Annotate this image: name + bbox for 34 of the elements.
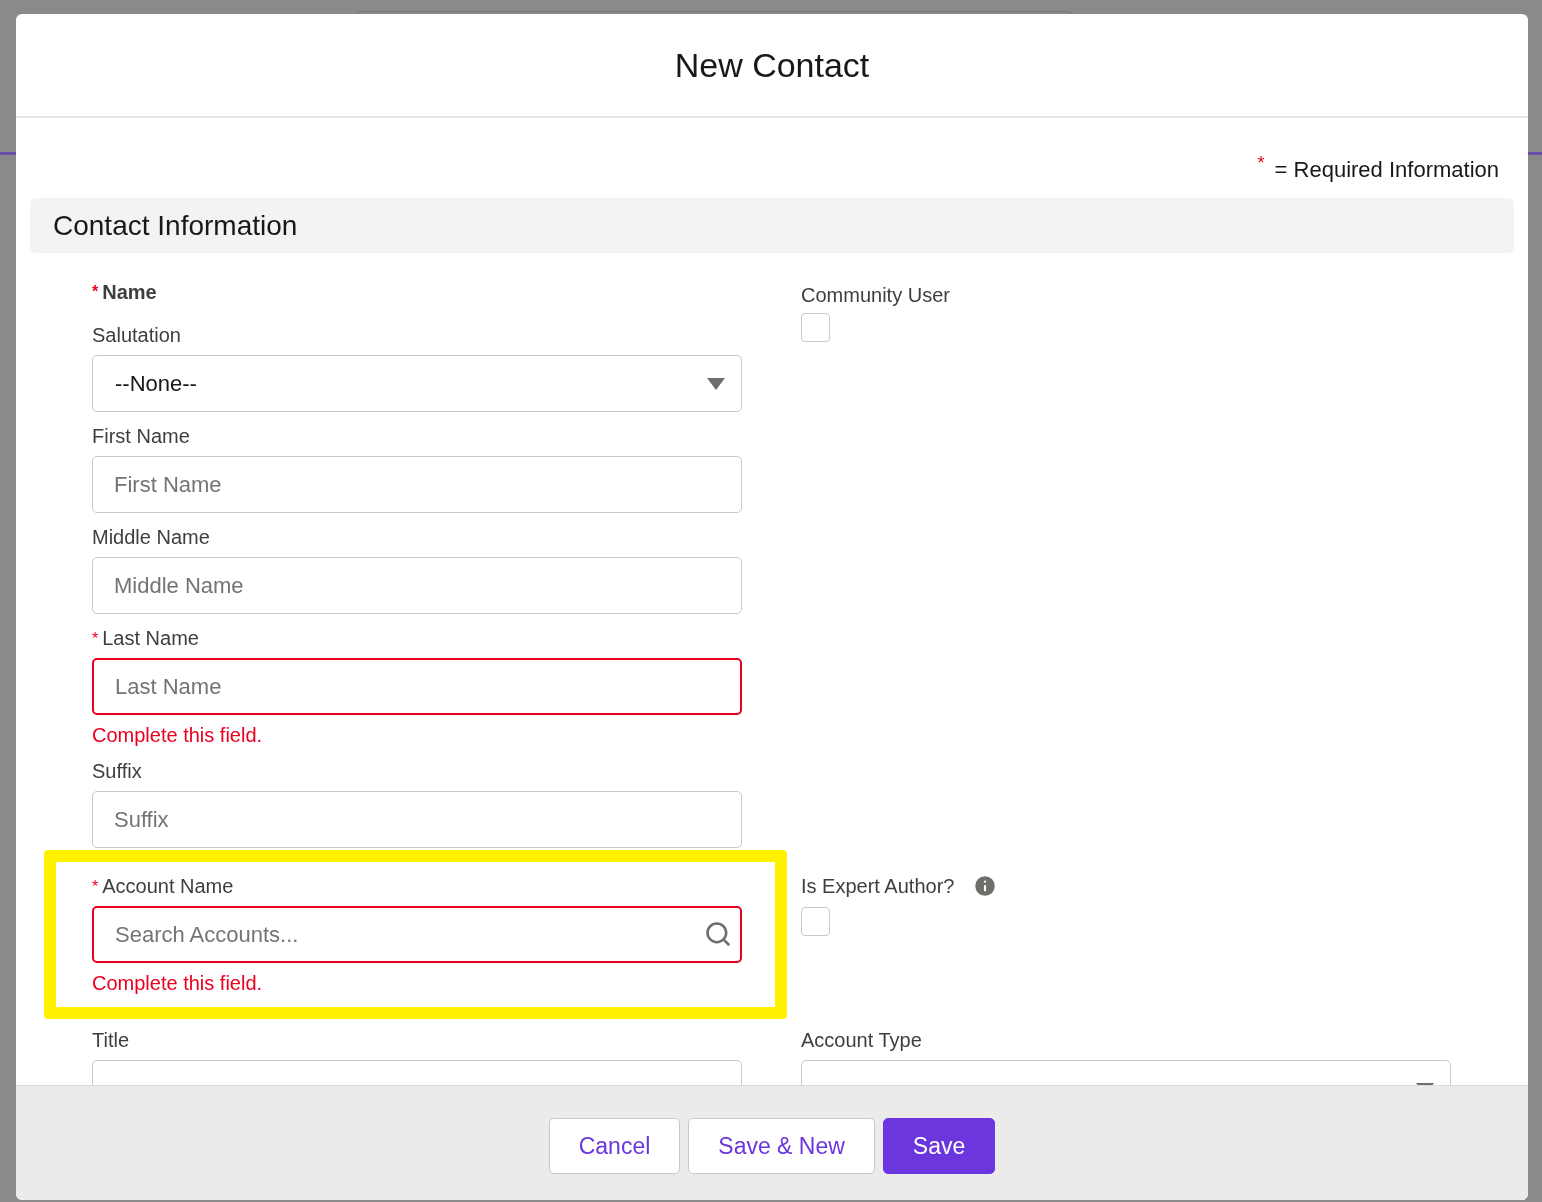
modal-title: New Contact bbox=[674, 44, 870, 86]
field-label: First Name bbox=[92, 424, 190, 449]
field-label: Title bbox=[92, 1028, 130, 1053]
search-field[interactable]: Search Accounts... bbox=[92, 906, 742, 963]
save-button[interactable]: Save bbox=[882, 1118, 996, 1174]
field-label: Middle Name bbox=[92, 525, 210, 550]
required-asterisk: * bbox=[1257, 153, 1265, 173]
select-field[interactable]: --None-- bbox=[92, 355, 742, 412]
required-asterisk: * bbox=[92, 282, 99, 302]
field-label: Account Name bbox=[102, 874, 234, 899]
checkbox[interactable] bbox=[801, 313, 830, 342]
checkbox[interactable] bbox=[801, 907, 830, 936]
required-asterisk: * bbox=[92, 877, 99, 897]
section-title: Contact Information bbox=[53, 208, 298, 243]
required-legend: = Required Information bbox=[1274, 153, 1499, 186]
field-label: Last Name bbox=[102, 626, 199, 651]
search-icon bbox=[704, 920, 732, 948]
input-field[interactable]: Suffix bbox=[92, 791, 742, 848]
error-message: Complete this field. bbox=[92, 723, 264, 747]
footer-button[interactable]: Cancel bbox=[548, 1118, 681, 1174]
field-label: Is Expert Author? bbox=[801, 874, 955, 899]
required-asterisk: * bbox=[92, 629, 99, 649]
input-field[interactable]: Last Name bbox=[92, 658, 742, 715]
dropdown-caret-icon bbox=[707, 377, 725, 390]
select-value: --None-- bbox=[115, 370, 197, 398]
input-field[interactable]: Middle Name bbox=[92, 557, 742, 614]
field-label: Community User bbox=[801, 283, 951, 304]
group-label: Name bbox=[102, 280, 157, 305]
input-field[interactable]: First Name bbox=[92, 456, 742, 513]
field-label: Account Type bbox=[801, 1028, 922, 1053]
field-label: Salutation bbox=[92, 323, 181, 348]
error-message: Complete this field. bbox=[92, 971, 264, 995]
field-label: Suffix bbox=[92, 759, 142, 784]
footer-button[interactable]: Save & New bbox=[688, 1118, 875, 1174]
